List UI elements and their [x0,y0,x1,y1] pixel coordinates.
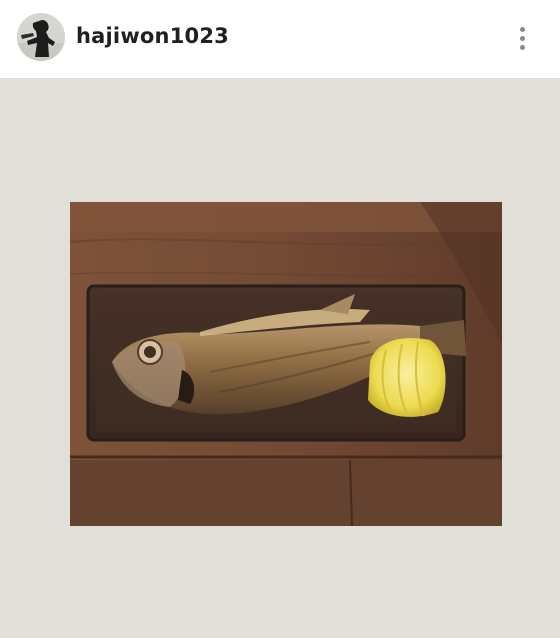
more-vertical-icon-dot [519,44,525,50]
more-vertical-icon-dot [519,35,525,41]
avatar[interactable] [17,13,65,61]
more-options-button[interactable] [508,20,536,56]
username[interactable]: hajiwon1023 [76,21,229,51]
post-media[interactable] [0,78,560,638]
post-header: hajiwon1023 [0,0,560,76]
post-photo [70,202,502,526]
grilled-fish-photo [70,202,502,526]
avatar-image [17,13,65,61]
more-vertical-icon [519,26,525,32]
